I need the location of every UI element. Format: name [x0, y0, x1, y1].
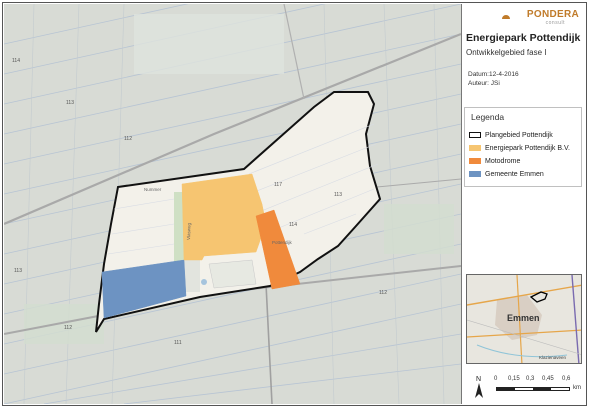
field-patch — [24, 304, 104, 344]
scale-tick: 0,6 — [562, 376, 571, 382]
parcel-label: 113 — [334, 192, 342, 198]
parcel-label: 112 — [64, 325, 72, 331]
legend-swatch — [469, 145, 481, 151]
legend-item-motodrome: Motodrome — [469, 156, 520, 166]
scale-bar: 0 0,15 0,3 0,45 0,6 km — [492, 376, 582, 400]
scale-tick: 0,15 — [508, 376, 520, 382]
field-patch — [384, 204, 454, 254]
logo-sub: consult — [545, 20, 565, 26]
parcel-label: 114 — [289, 222, 297, 228]
parcel-label: 112 — [124, 136, 132, 142]
road-label: Nummer — [144, 187, 162, 192]
legend-item-gemeente: Gemeente Emmen — [469, 169, 544, 179]
author-text: Auteur: JSi — [468, 80, 500, 87]
map-subtitle: Ontwikkelgebied fase I — [466, 48, 547, 57]
legend-title: Legenda — [471, 112, 505, 122]
area-label: Pottendijk — [272, 240, 293, 245]
scale-unit: km — [573, 385, 581, 391]
legend-item-energiepark: Energiepark Pottendijk B.V. — [469, 143, 570, 153]
scale-bar-graphic — [496, 387, 570, 391]
sun-icon — [502, 15, 510, 19]
field-patch — [134, 14, 284, 74]
north-label: N — [476, 376, 481, 383]
pondera-logo: PONDERA consult — [499, 8, 579, 28]
inset-city-label: Emmen — [507, 313, 540, 323]
legend-item-plangebied: Plangebied Pottendijk — [469, 130, 553, 140]
scale-tick: 0,3 — [526, 376, 535, 382]
side-panel: PONDERA consult Energiepark Pottendijk O… — [462, 4, 585, 404]
inset-map[interactable]: Emmen Klazienaveen — [466, 274, 582, 364]
parcel-label: 112 — [379, 290, 387, 296]
date-text: Datum:12-4-2016 — [468, 71, 519, 78]
scale-labels: 0 0,15 0,3 0,45 0,6 — [492, 376, 582, 385]
legend-label: Energiepark Pottendijk B.V. — [485, 144, 570, 152]
legend-swatch — [469, 171, 481, 177]
energiepark-area[interactable] — [181, 173, 267, 261]
legend-label: Plangebied Pottendijk — [485, 131, 553, 139]
legend-swatch — [469, 132, 481, 138]
road-label: Vlasweg — [186, 222, 192, 240]
map-canvas: 114 113 112 113 112 111 117 114 113 112 … — [4, 4, 461, 404]
legend-label: Gemeente Emmen — [485, 170, 544, 178]
logo-name: PONDERA — [526, 9, 579, 20]
scale-tick: 0 — [494, 376, 498, 382]
parcel-label: 113 — [14, 268, 22, 274]
main-map[interactable]: 114 113 112 113 112 111 117 114 113 112 … — [4, 4, 462, 404]
legend-label: Motodrome — [485, 157, 521, 165]
scale-tick: 0,45 — [542, 376, 554, 382]
map-meta: Datum:12-4-2016 Auteur: JSi — [468, 70, 519, 88]
parcel-label: 114 — [12, 58, 20, 64]
parcel-label: 113 — [66, 100, 74, 106]
pond — [201, 279, 207, 285]
parcel-label: 111 — [174, 340, 182, 346]
parcel-label: 117 — [274, 182, 282, 188]
solar-block — [208, 259, 257, 289]
map-title: Energiepark Pottendijk — [466, 32, 581, 44]
inset-canvas: Emmen Klazienaveen — [467, 275, 581, 363]
legend-swatch — [469, 158, 481, 164]
north-arrow-icon: N — [475, 376, 483, 398]
inset-place-label: Klazienaveen — [539, 355, 567, 360]
legend: Legenda Plangebied Pottendijk Energiepar… — [464, 107, 582, 187]
